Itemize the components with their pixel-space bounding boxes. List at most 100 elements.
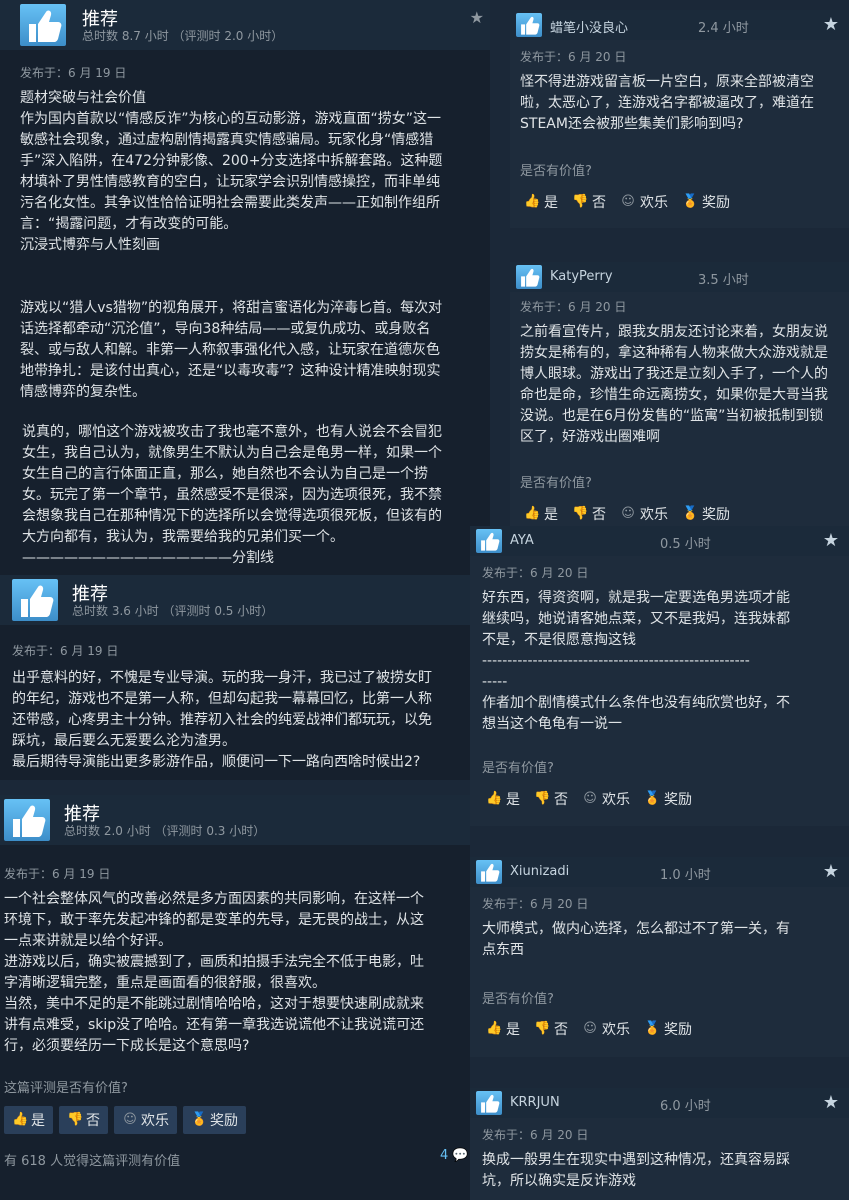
vote-funny-label: 欢乐: [640, 195, 668, 211]
star-icon[interactable]: ★: [823, 14, 839, 35]
vote-yes-button[interactable]: 👍 是: [486, 789, 520, 809]
side-review-2: KatyPerry 3.5 小时 发布于：6 月 20 日 之前看宣传片，跟我女…: [510, 262, 849, 530]
side-review-header: 蜡笔小没良心 2.4 小时 ★: [510, 10, 849, 40]
vote-funny-button[interactable]: ☺ 欢乐: [582, 789, 630, 809]
star-icon[interactable]: ★: [823, 1092, 839, 1113]
vote-yes-button[interactable]: 👍 是: [524, 504, 558, 524]
vote-no-button[interactable]: 👎 否: [534, 789, 568, 809]
vote-no-label: 否: [592, 195, 606, 211]
thumbs-up-icon: [516, 265, 542, 289]
posted-date: 发布于：6 月 20 日: [482, 1128, 589, 1142]
vote-yes-button[interactable]: 👍 是: [4, 1106, 53, 1134]
vote-funny-button[interactable]: ☺ 欢乐: [582, 1019, 630, 1039]
vote-funny-button[interactable]: ☺ 欢乐: [620, 504, 668, 524]
thumbs-down-icon: 👎: [67, 1112, 84, 1127]
side-review-header: KatyPerry 3.5 小时: [510, 262, 849, 292]
comment-count-value: 4: [440, 1148, 449, 1163]
side-review-4: Xiunizadi 1.0 小时 ★ 发布于：6 月 20 日 大师模式，做内心…: [470, 857, 849, 1057]
award-button[interactable]: 🏅 奖励: [682, 192, 730, 212]
award-icon: 🏅: [191, 1112, 208, 1127]
playtime-text: 总时数 3.6 小时 （评测时 0.5 小时）: [72, 604, 274, 618]
vote-yes-button[interactable]: 👍 是: [524, 192, 558, 212]
side-review-header: KRRJUN 6.0 小时 ★: [470, 1088, 849, 1118]
thumbs-up-icon: [516, 13, 542, 37]
vote-no-button[interactable]: 👎 否: [572, 504, 606, 524]
vote-funny-label: 欢乐: [602, 792, 630, 808]
comment-icon: 💬: [452, 1148, 469, 1163]
reviewer-name[interactable]: 蜡笔小没良心: [550, 17, 628, 36]
vote-no-button[interactable]: 👎 否: [59, 1106, 108, 1134]
vote-funny-button[interactable]: ☺ 欢乐: [620, 192, 668, 212]
vote-no-label: 否: [554, 792, 568, 808]
star-icon[interactable]: ★: [823, 861, 839, 882]
award-button[interactable]: 🏅 奖励: [644, 1019, 692, 1039]
helpful-count: 有 618 人觉得这篇评测有价值: [4, 1154, 181, 1169]
reviewer-name[interactable]: AYA: [510, 533, 534, 548]
vote-buttons: 👍 是 👎 否 ☺ 欢乐 🏅 奖励: [524, 504, 730, 524]
playtime-text: 6.0 小时: [660, 1099, 711, 1114]
side-review-header: AYA 0.5 小时 ★: [470, 526, 849, 556]
vote-yes-label: 是: [506, 1022, 520, 1038]
posted-date: 发布于：6 月 19 日: [20, 66, 127, 80]
award-icon: 🏅: [682, 194, 699, 209]
vote-yes-button[interactable]: 👍 是: [486, 1019, 520, 1039]
side-review-3: AYA 0.5 小时 ★ 发布于：6 月 20 日 好东西，得资资啊，就是我一定…: [470, 526, 849, 826]
vote-yes-label: 是: [544, 195, 558, 211]
vote-no-label: 否: [86, 1113, 100, 1129]
smile-icon: ☺: [583, 791, 597, 806]
thumbs-up-icon: [476, 1091, 502, 1115]
posted-date: 发布于：6 月 20 日: [520, 300, 627, 314]
review-body: 大师模式，做内心选择，怎么都过不了第一关，有 点东西: [482, 921, 790, 958]
playtime-text: 0.5 小时: [660, 537, 711, 552]
award-label: 奖励: [664, 1022, 692, 1038]
award-button[interactable]: 🏅 奖励: [682, 504, 730, 524]
review-body: 怪不得进游戏留言板一片空白，原来全部被清空 啦，太恶心了，连游戏名字都被逼改了，…: [520, 74, 814, 132]
review-card-1: 推荐 总时数 8.7 小时 （评测时 2.0 小时） ★ 发布于：6 月 19 …: [0, 0, 490, 400]
posted-date: 发布于：6 月 19 日: [12, 644, 119, 658]
thumbs-up-icon: 👍: [486, 1021, 503, 1036]
star-icon[interactable]: ★: [470, 8, 484, 27]
helpful-question: 是否有价值?: [482, 992, 554, 1007]
posted-date: 发布于：6 月 20 日: [482, 566, 589, 580]
comment-count[interactable]: 4 💬: [440, 1148, 469, 1163]
vote-buttons: 👍 是 👎 否 ☺ 欢乐 🏅 奖励: [486, 789, 692, 809]
thumbs-down-icon: 👎: [534, 1021, 551, 1036]
thumbs-down-icon: 👎: [572, 194, 589, 209]
review-header: 推荐 总时数 3.6 小时 （评测时 0.5 小时）: [0, 575, 470, 625]
vote-funny-label: 欢乐: [602, 1022, 630, 1038]
side-review-1: 蜡笔小没良心 2.4 小时 ★ 发布于：6 月 20 日 怪不得进游戏留言板一片…: [510, 10, 849, 228]
reviewer-name[interactable]: KRRJUN: [510, 1095, 560, 1110]
review-card-2: 推荐 总时数 3.6 小时 （评测时 0.5 小时） 发布于：6 月 19 日 …: [0, 575, 470, 780]
award-button[interactable]: 🏅 奖励: [183, 1106, 246, 1134]
vote-funny-button[interactable]: ☺ 欢乐: [114, 1106, 177, 1134]
side-review-5: KRRJUN 6.0 小时 ★ 发布于：6 月 20 日 换成一般男生在现实中遇…: [470, 1088, 849, 1200]
reviewer-name[interactable]: KatyPerry: [550, 269, 613, 284]
vote-yes-label: 是: [506, 792, 520, 808]
posted-date: 发布于：6 月 20 日: [482, 897, 589, 911]
review-body: 一个社会整体风气的改善必然是多方面因素的共同影响，在这样一个 环境下，敢于率先发…: [4, 891, 425, 1054]
review-body: 题材突破与社会价值 作为国内首款以“情感反诈”为核心的互动影游，游戏直面“捞女”…: [20, 90, 443, 400]
playtime-text: 2.4 小时: [698, 21, 749, 36]
review-body: 好东西，得资资啊，就是我一定要选龟男选项才能 继续吗，她说请客她点菜，又不是我妈…: [482, 590, 790, 732]
vote-no-button[interactable]: 👎 否: [534, 1019, 568, 1039]
helpful-question: 这篇评测是否有价值?: [4, 1081, 128, 1096]
playtime-text: 3.5 小时: [698, 273, 749, 288]
review-card-fragment: 说真的，哪怕这个游戏被攻击了我也毫不意外，也有人说会不会冒犯 女生，我自己认为，…: [0, 400, 490, 575]
playtime-text: 总时数 8.7 小时 （评测时 2.0 小时）: [82, 29, 284, 43]
vote-yes-label: 是: [31, 1113, 45, 1129]
review-body: 换成一般男生在现实中遇到这种情况，还真容易踩 坑，所以确实是反诈游戏: [482, 1152, 790, 1189]
vote-no-button[interactable]: 👎 否: [572, 192, 606, 212]
helpful-question: 是否有价值?: [482, 761, 554, 776]
award-label: 奖励: [210, 1113, 238, 1129]
posted-date: 发布于：6 月 20 日: [520, 50, 627, 64]
review-card-3: 推荐 总时数 2.0 小时 （评测时 0.3 小时） 发布于：6 月 19 日 …: [0, 795, 470, 1200]
award-button[interactable]: 🏅 奖励: [644, 789, 692, 809]
thumbs-down-icon: 👎: [534, 791, 551, 806]
smile-icon: ☺: [621, 506, 635, 521]
award-label: 奖励: [702, 195, 730, 211]
review-body: 之前看宣传片，跟我女朋友还讨论来着，女朋友说 捞女是稀有的，拿这种稀有人物来做大…: [520, 324, 828, 445]
star-icon[interactable]: ★: [823, 530, 839, 551]
reviewer-name[interactable]: Xiunizadi: [510, 864, 569, 879]
thumbs-up-icon: 👍: [524, 194, 541, 209]
thumbs-up-icon: 👍: [12, 1112, 29, 1127]
